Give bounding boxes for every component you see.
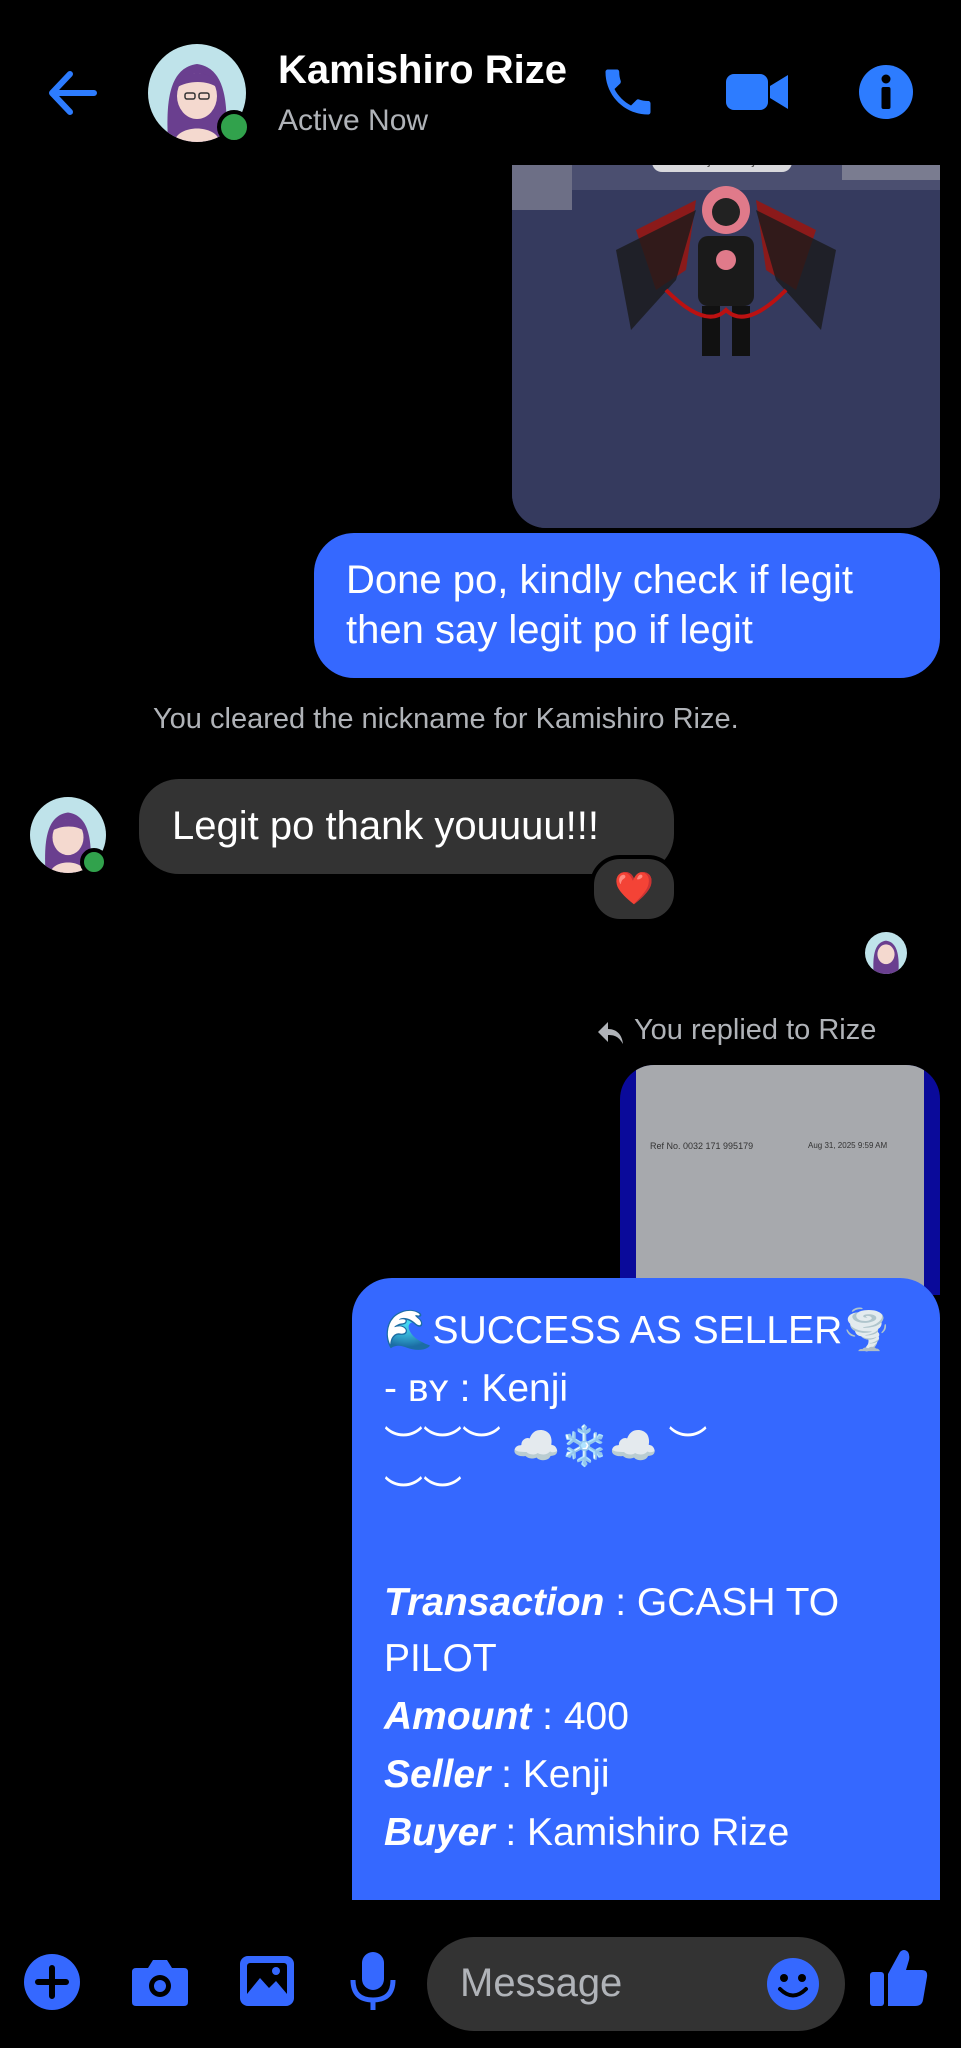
buyer-value: : Kamishiro Rize <box>494 1811 790 1854</box>
quoted-receipt-image[interactable]: Ref No. 0032 171 995179 Aug 31, 2025 9:5… <box>620 1065 940 1295</box>
heart-icon: ❤️ <box>614 870 654 906</box>
transaction-value-2: PILOT <box>384 1637 497 1680</box>
plus-icon[interactable] <box>22 1952 82 2012</box>
receipt-ref: Ref No. 0032 171 995179 <box>650 1141 754 1151</box>
by-name: Kenji <box>481 1367 569 1410</box>
gallery-icon[interactable] <box>238 1954 296 2008</box>
message-text: Done po, kindly check if legit <box>346 558 853 602</box>
transaction-value: : GCASH TO <box>604 1581 840 1624</box>
contact-name[interactable]: Kamishiro Rize <box>278 48 567 93</box>
seller-value: : Kenji <box>490 1753 610 1796</box>
reply-message[interactable]: 🌊SUCCESS AS SELLER🌪️ - ʙʏ : Kenji ︶︶︶ ☁️… <box>352 1278 940 1900</box>
microphone-icon[interactable] <box>348 1950 398 2014</box>
online-indicator <box>217 110 251 144</box>
transaction-label: Transaction <box>384 1581 605 1624</box>
chat-header: Kamishiro Rize Active Now <box>0 0 961 165</box>
amount-value: : 400 <box>531 1695 629 1738</box>
active-status: Active Now <box>278 104 429 137</box>
message-placeholder: Message <box>460 1961 623 2005</box>
camera-icon[interactable] <box>130 1954 190 2010</box>
thumbs-up-icon[interactable] <box>868 1946 930 2010</box>
reply-arrow-icon <box>596 1020 624 1046</box>
video-camera-icon[interactable] <box>724 62 790 122</box>
buyer-label: Buyer <box>384 1811 495 1854</box>
reply-heading: 🌊SUCCESS AS SELLER🌪️ <box>384 1309 891 1352</box>
receipt-date: Aug 31, 2025 9:59 AM <box>808 1141 888 1150</box>
message-text: Legit po thank youuuu!!! <box>172 804 599 848</box>
message-text: then say legit po if legit <box>346 608 753 652</box>
seen-avatar <box>865 932 907 974</box>
message-input[interactable]: Message <box>427 1937 845 2031</box>
system-note: You cleared the nickname for Kamishiro R… <box>153 703 739 735</box>
back-arrow-icon[interactable] <box>44 64 114 124</box>
image-message[interactable]: itsjustkenji <box>512 150 940 528</box>
online-indicator <box>80 848 108 876</box>
transaction-line: Transaction : GCASH TO <box>384 1574 839 1632</box>
receipt-paper <box>636 1065 924 1295</box>
incoming-message[interactable]: Legit po thank youuuu!!! <box>139 779 674 874</box>
message-composer: Message <box>0 1900 961 2048</box>
amount-line: Amount : 400 <box>384 1688 629 1746</box>
seller-label: Seller <box>384 1753 491 1796</box>
decoration-line: ︶︶ <box>384 1475 463 1518</box>
buyer-line: Buyer : Kamishiro Rize <box>384 1804 789 1862</box>
by-prefix: - ʙʏ : <box>384 1367 482 1410</box>
reaction-badge[interactable]: ❤️ <box>590 855 678 923</box>
outgoing-message[interactable]: Done po, kindly check if legit then say … <box>314 533 940 678</box>
info-icon[interactable] <box>856 62 916 122</box>
emoji-icon[interactable] <box>765 1956 821 2012</box>
seller-line: Seller : Kenji <box>384 1746 609 1804</box>
reply-by-line: - ʙʏ : Kenji <box>384 1360 568 1418</box>
phone-icon[interactable] <box>598 62 658 122</box>
amount-label: Amount <box>384 1695 532 1738</box>
replied-note: You replied to Rize <box>634 1014 877 1046</box>
